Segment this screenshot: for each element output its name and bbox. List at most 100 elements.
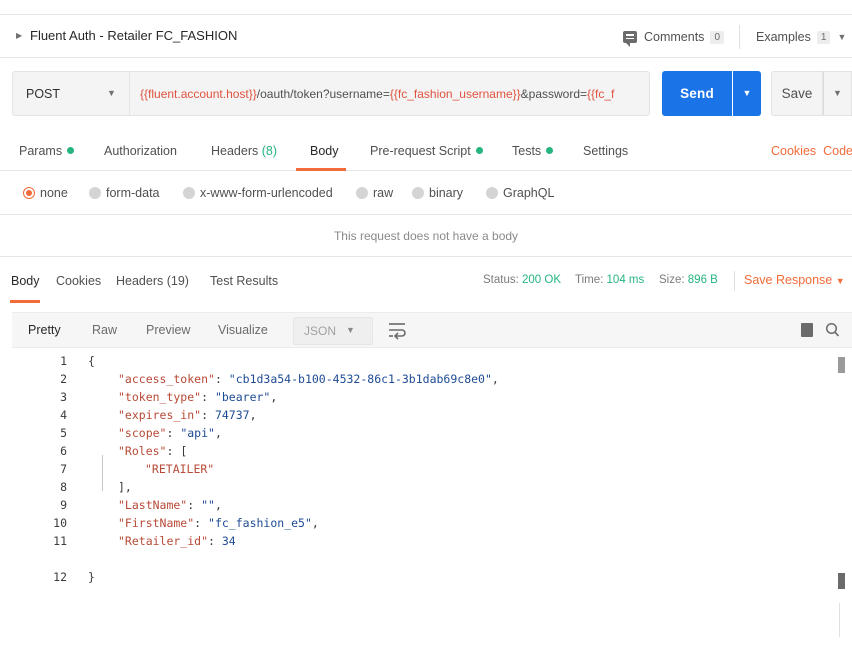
radio-label: raw (373, 186, 394, 200)
view-pretty[interactable]: Pretty (28, 323, 61, 337)
view-preview[interactable]: Preview (146, 323, 190, 337)
status-dot-icon (546, 147, 554, 154)
send-options-chevron-icon[interactable]: ▼ (733, 71, 761, 116)
tab-authorization[interactable]: Authorization (104, 144, 177, 158)
scrollbar-marker[interactable] (838, 573, 845, 589)
code-line: 5 "scope": "api", (12, 426, 852, 444)
response-viewer-toolbar: Pretty Raw Preview Visualize JSON ▼ (12, 312, 852, 348)
radio-selected-icon (23, 187, 35, 199)
code-text: "Retailer_id": 34 (118, 534, 236, 548)
radio-label: none (40, 186, 68, 200)
request-title-bar: ▶ Fluent Auth - Retailer FC_FASHION Comm… (0, 14, 852, 58)
line-number: 2 (60, 372, 67, 386)
right-links: Cookies Code (771, 144, 852, 158)
save-button[interactable]: Save (771, 71, 823, 116)
send-button[interactable]: Send (662, 71, 732, 116)
view-visualize[interactable]: Visualize (218, 323, 268, 337)
json-sep: : (201, 408, 215, 422)
json-punct: , (249, 408, 257, 422)
radio-icon (89, 187, 101, 199)
code-text: "RETAILER" (145, 462, 214, 476)
scrollbar-marker[interactable] (838, 357, 845, 373)
json-value: "api" (180, 426, 215, 440)
tab-settings[interactable]: Settings (583, 144, 628, 158)
tab-label: Headers (211, 144, 259, 158)
tab-label: Tests (512, 144, 542, 158)
code-text: "token_type": "bearer", (118, 390, 277, 404)
json-punct: , (214, 498, 222, 512)
method-select[interactable]: POST ▼ (12, 71, 129, 116)
tab-response-cookies[interactable]: Cookies (56, 274, 101, 288)
save-response-dropdown[interactable]: Save Response ▼ (744, 273, 845, 287)
collapse-caret-icon[interactable]: ▶ (16, 31, 22, 40)
line-number: 4 (60, 408, 67, 422)
radio-label: form-data (106, 186, 160, 200)
cookies-link[interactable]: Cookies (771, 144, 816, 158)
word-wrap-icon[interactable] (387, 319, 407, 341)
url-variable: {{fc_fashion_username}} (389, 87, 521, 101)
tab-params[interactable]: Params (19, 144, 75, 158)
url-input[interactable]: {{fluent.account.host}}/oauth/token?user… (129, 71, 650, 116)
radio-none[interactable]: none (23, 186, 68, 200)
radio-raw[interactable]: raw (356, 186, 393, 200)
radio-label: GraphQL (503, 186, 555, 200)
url-variable: {{fc_f (587, 87, 615, 101)
json-key: "scope" (118, 426, 167, 440)
time-value: 104 ms (606, 274, 645, 286)
comments-count-badge: 0 (710, 30, 724, 44)
code-line: 2 "access_token": "cb1d3a54-b100-4532-86c… (12, 372, 852, 390)
json-punct: , (491, 372, 499, 386)
line-number: 7 (60, 462, 67, 476)
tab-response-body[interactable]: Body (11, 274, 40, 288)
tab-pre-request-script[interactable]: Pre-request Script (370, 144, 483, 158)
save-options-chevron-icon[interactable]: ▼ (823, 71, 852, 116)
tab-tests[interactable]: Tests (512, 144, 554, 158)
radio-form-data[interactable]: form-data (89, 186, 160, 200)
comments-button[interactable]: Comments 0 (623, 26, 724, 48)
json-punct: , (311, 516, 319, 530)
code-text: "scope": "api", (118, 426, 222, 440)
view-raw[interactable]: Raw (92, 323, 117, 337)
size-label: Size: (659, 274, 685, 286)
copy-icon[interactable] (801, 323, 813, 337)
line-number: 3 (60, 390, 67, 404)
json-key: "token_type" (118, 390, 202, 404)
json-value: 34 (221, 534, 236, 548)
chevron-down-icon: ▼ (835, 276, 845, 286)
radio-graphql[interactable]: GraphQL (486, 186, 554, 200)
json-value: "bearer" (214, 390, 271, 404)
method-value: POST (26, 87, 61, 101)
json-punct: , (270, 390, 278, 404)
code-link[interactable]: Code (823, 144, 852, 158)
response-code-viewer[interactable]: 1{ 2 "access_token": "cb1d3a54-b100-4532-… (12, 353, 852, 593)
save-response-label: Save Response (744, 273, 833, 287)
request-title[interactable]: Fluent Auth - Retailer FC_FASHION (30, 28, 237, 43)
line-number: 5 (60, 426, 67, 440)
time-readout: Time: 104 ms (575, 274, 644, 286)
json-key: "FirstName" (118, 516, 195, 530)
tab-headers[interactable]: Headers (8) (211, 144, 277, 158)
json-key: "access_token" (118, 372, 215, 386)
json-sep: : (187, 498, 202, 512)
tab-response-headers[interactable]: Headers (19) (116, 274, 189, 288)
search-icon[interactable] (825, 322, 840, 338)
json-punct: , (214, 426, 222, 440)
tab-test-results[interactable]: Test Results (210, 274, 278, 288)
code-text: "Roles": [ (118, 444, 187, 458)
tab-body[interactable]: Body (310, 144, 339, 158)
code-line: 1{ (12, 354, 852, 372)
radio-urlencoded[interactable]: x-www-form-urlencoded (183, 186, 333, 200)
radio-binary[interactable]: binary (412, 186, 463, 200)
examples-count-badge: 1 (816, 30, 831, 44)
code-line: 10 "FirstName": "fc_fashion_e5", (12, 516, 852, 534)
chevron-down-icon: ▼ (107, 88, 116, 98)
format-select[interactable]: JSON ▼ (293, 317, 373, 345)
radio-label: binary (429, 186, 464, 200)
json-key: "Retailer_id" (118, 534, 209, 548)
code-text: "LastName": "", (118, 498, 222, 512)
examples-dropdown[interactable]: Examples 1 ▼ (756, 26, 846, 48)
url-value: {{fluent.account.host}}/oauth/token?user… (140, 87, 614, 101)
indent-guide (102, 455, 103, 491)
code-text: { (88, 354, 95, 368)
code-line: 3 "token_type": "bearer", (12, 390, 852, 408)
